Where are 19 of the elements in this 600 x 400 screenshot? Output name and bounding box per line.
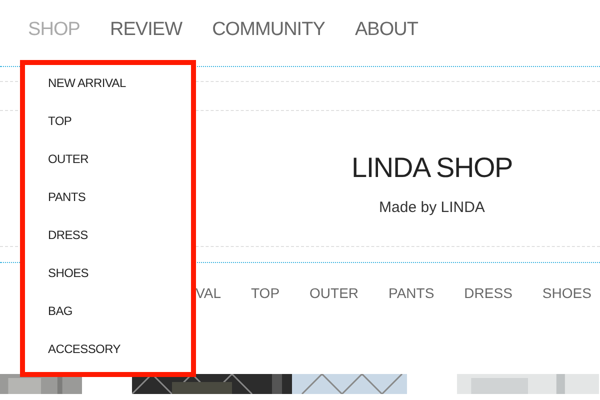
category-link[interactable]: SHOES (542, 282, 592, 304)
menu-item[interactable]: NEW ARRIVAL (48, 73, 191, 93)
site-subtitle: Made by LINDA (379, 198, 485, 218)
menu-item[interactable]: OUTER (48, 149, 191, 169)
menu-item[interactable]: BAG (48, 301, 191, 321)
nav-link[interactable]: COMMUNITY (212, 16, 325, 44)
category-link[interactable]: DRESS (464, 282, 512, 304)
menu-item[interactable]: TOP (48, 111, 191, 131)
menu-item[interactable]: PANTS (48, 187, 191, 207)
site-title: LINDA SHOP (351, 151, 513, 185)
category-link[interactable]: PANTS (388, 282, 434, 304)
nav-link[interactable]: ABOUT (354, 16, 418, 44)
nav-link[interactable]: REVIEW (110, 16, 182, 44)
menu-item[interactable]: ACCESSORY (48, 339, 191, 359)
category-link[interactable]: VAL (196, 282, 221, 304)
menu-item[interactable]: SHOES (48, 263, 191, 283)
category-link[interactable]: TOP (251, 282, 280, 304)
category-link[interactable]: OUTER (310, 282, 359, 304)
menu-item[interactable]: DRESS (48, 225, 191, 245)
